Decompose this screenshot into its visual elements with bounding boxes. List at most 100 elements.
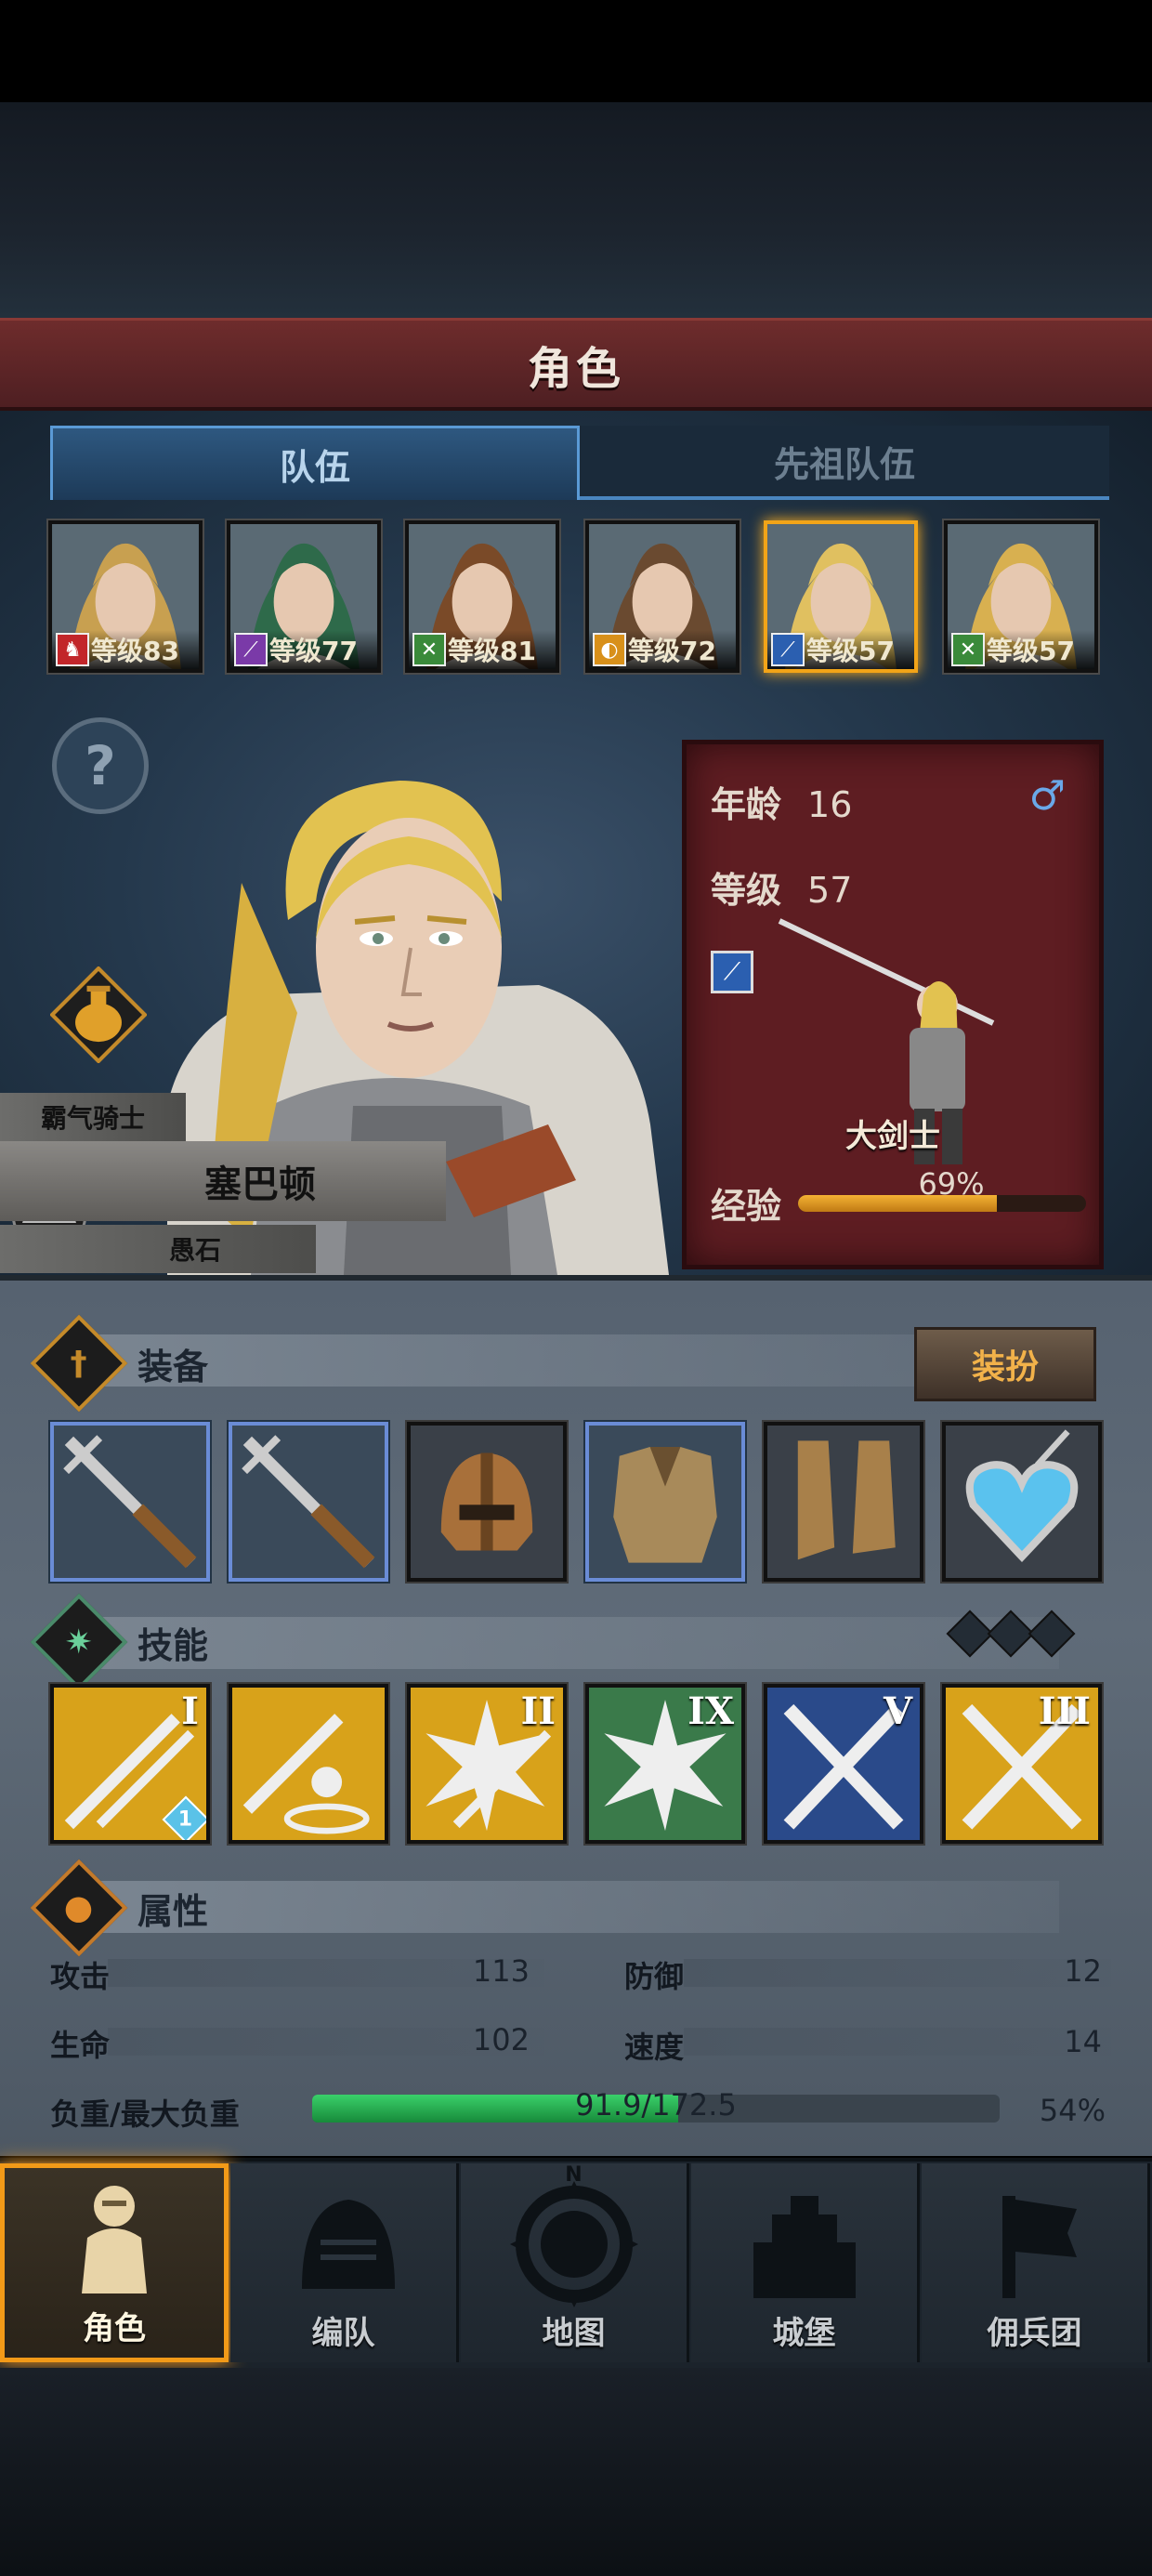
knight-icon <box>82 2186 147 2293</box>
exp-percent: 69% <box>918 1166 985 1202</box>
party-member-1[interactable]: ♞ 等级83 <box>48 520 203 673</box>
nav-label: 地图 <box>542 2315 606 2352</box>
heart-amulet-icon <box>946 1426 1098 1578</box>
title-banner: 角色 <box>0 318 1152 411</box>
skills-header: ✷ 技能 <box>30 1593 209 1691</box>
name-plate: 塞巴顿 <box>0 1141 446 1221</box>
party-member-2[interactable]: ⟋ 等级77 <box>227 520 381 673</box>
load-percent: 54% <box>1039 2093 1106 2128</box>
member-level-bar: ◐ 等级72 <box>589 630 736 669</box>
defense-label: 防御 <box>624 1959 685 1994</box>
skill-rank: IX <box>687 1689 734 1733</box>
attack-value: 113 <box>472 1953 530 1989</box>
party-member-4[interactable]: ◐ 等级72 <box>585 520 740 673</box>
nav-compass-map[interactable]: N 地图 <box>461 2163 689 2362</box>
trait-label: 霸气骑士 <box>0 1093 186 1141</box>
skill-slots-indicator <box>946 1610 1076 1658</box>
castle-icon <box>753 2196 856 2298</box>
age-value: 16 <box>807 784 853 825</box>
class-name: 大剑士 <box>845 1118 940 1155</box>
helmet-slot[interactable] <box>407 1422 567 1582</box>
skill-slot-2[interactable] <box>229 1684 388 1844</box>
armor-icon <box>589 1426 741 1578</box>
male-icon: ♂ <box>1028 772 1066 820</box>
skill-slot-4[interactable]: IX <box>585 1684 745 1844</box>
boots-icon <box>767 1426 920 1578</box>
member-level-bar: ✕ 等级81 <box>409 630 556 669</box>
nav-label: 城堡 <box>772 2315 836 2352</box>
age-label: 年龄 <box>711 784 782 825</box>
sword-aura-icon <box>232 1688 385 1840</box>
tab-ancestor-team[interactable]: 先祖队伍 <box>580 426 1109 500</box>
load-label: 负重/最大负重 <box>50 2096 240 2132</box>
weapon-slot-2[interactable] <box>229 1422 388 1582</box>
member-level-bar: ⟋ 等级77 <box>230 630 377 669</box>
attributes-strip <box>93 1881 1059 1933</box>
skills-strip <box>93 1617 1059 1669</box>
member-level-bar: ⟋ 等级57 <box>767 630 914 669</box>
page-title: 角色 <box>527 342 624 395</box>
exp-label: 经验 <box>711 1186 782 1227</box>
nav-castle[interactable]: 城堡 <box>691 2163 920 2362</box>
spear-icon <box>232 1426 385 1578</box>
member-level: 等级77 <box>269 636 358 666</box>
hero-title: 愚石 <box>168 1235 221 1266</box>
background-bottom <box>0 2368 1152 2576</box>
crossed-swords-icon: ✕ <box>412 633 446 666</box>
party-member-3[interactable]: ✕ 等级81 <box>405 520 559 673</box>
amulet-slot[interactable] <box>942 1422 1102 1582</box>
dress-up-button[interactable]: 装扮 <box>914 1327 1096 1401</box>
hp-label: 生命 <box>50 2028 111 2063</box>
crossed-swords-icon: ✕ <box>951 633 985 666</box>
member-level: 等级72 <box>628 636 716 666</box>
nav-label: 编队 <box>311 2315 375 2352</box>
helmet-group-icon <box>301 2200 395 2289</box>
background-top <box>0 102 1152 318</box>
member-level: 等级81 <box>448 636 536 666</box>
speed-label: 速度 <box>624 2030 685 2065</box>
skills-label: 技能 <box>137 1624 209 1666</box>
speed-row: 速度 <box>624 2024 684 2067</box>
attack-label: 攻击 <box>50 1959 111 1994</box>
nav-label: 角色 <box>83 2310 146 2347</box>
armor-slot[interactable] <box>585 1422 745 1582</box>
nav-helmet-group[interactable]: 编队 <box>230 2163 459 2362</box>
attributes-label: 属性 <box>137 1890 209 1932</box>
skill-rank: II <box>520 1689 556 1733</box>
equipment-label: 装备 <box>137 1346 209 1387</box>
helmet-icon <box>411 1426 563 1578</box>
defense-value: 12 <box>1064 1953 1102 1989</box>
load-value: 91.9/172.5 <box>575 2087 737 2123</box>
member-level: 等级57 <box>806 636 895 666</box>
skill-slot-1[interactable]: I1 <box>50 1684 210 1844</box>
nav-mercenary-banner[interactable]: 佣兵团 <box>922 2163 1150 2362</box>
nav-label: 佣兵团 <box>987 2315 1082 2352</box>
load-row: 负重/最大负重 <box>50 2091 240 2134</box>
skill-rank: V <box>883 1689 912 1733</box>
shield-icon: ◐ <box>593 633 626 666</box>
skill-gem-count: 1 <box>178 1807 193 1832</box>
member-level-bar: ♞ 等级83 <box>52 630 199 669</box>
boots-slot[interactable] <box>764 1422 923 1582</box>
nav-knight[interactable]: 角色 <box>0 2163 229 2362</box>
title-plate: 愚石 <box>0 1225 316 1273</box>
age-row: 年龄 16 <box>711 776 852 827</box>
greatsword-icon: ⟋ <box>771 633 805 666</box>
hero-name: 塞巴顿 <box>204 1163 316 1206</box>
compass-map-icon <box>509 2181 638 2307</box>
party-member-5[interactable]: ⟋ 等级57 <box>764 520 918 673</box>
hp-value: 102 <box>472 2022 530 2057</box>
skill-rank: III <box>1038 1689 1091 1733</box>
weapon-slot-1[interactable] <box>50 1422 210 1582</box>
mercenary-banner-icon <box>1001 2196 1077 2298</box>
skill-slot-6[interactable]: III <box>942 1684 1102 1844</box>
spear-icon <box>54 1426 206 1578</box>
compass-north-label: N <box>565 2163 583 2187</box>
cavalry-icon: ♞ <box>56 633 89 666</box>
party-member-6[interactable]: ✕ 等级57 <box>944 520 1098 673</box>
skill-slot-3[interactable]: II <box>407 1684 567 1844</box>
skill-slot-5[interactable]: V <box>764 1684 923 1844</box>
skill-rank: I <box>181 1689 199 1733</box>
attack-row: 攻击 <box>50 1953 110 1996</box>
tab-team[interactable]: 队伍 <box>50 426 580 500</box>
